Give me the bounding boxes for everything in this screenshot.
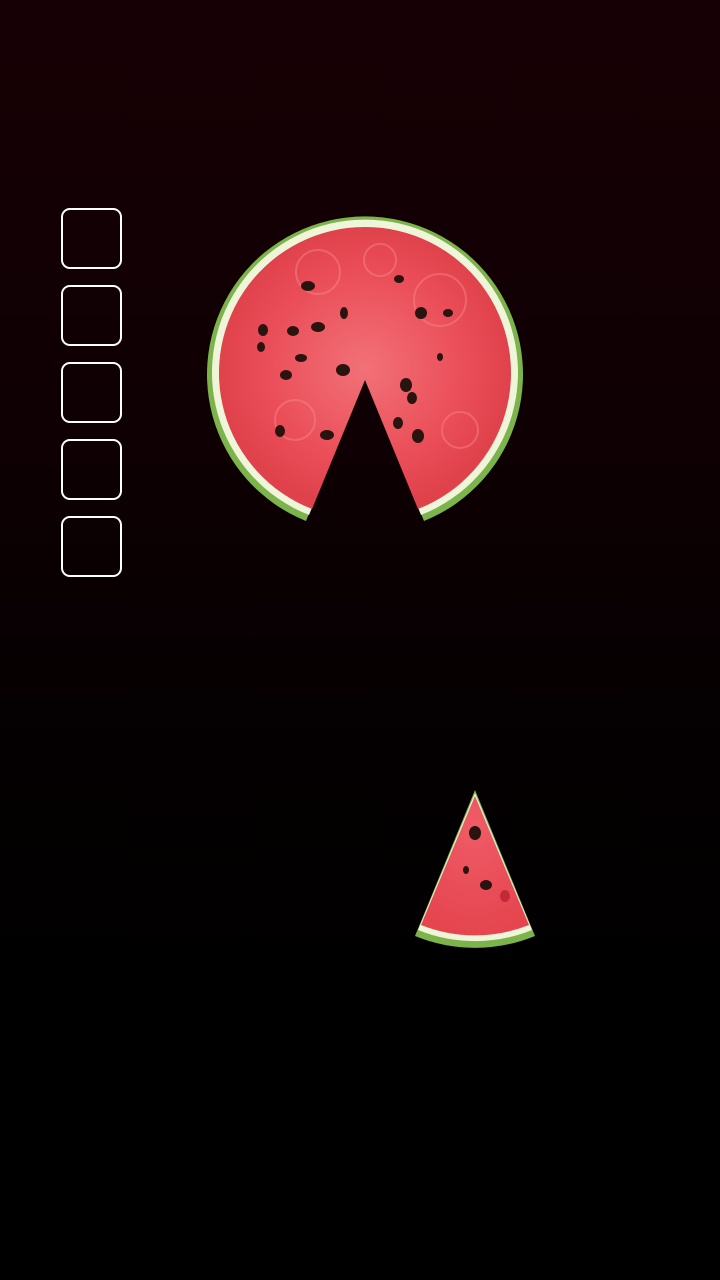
wedge-flesh — [421, 796, 529, 936]
puzzle-canvas — [207, 216, 535, 948]
answer-slot-4[interactable] — [61, 439, 122, 500]
game-stage — [0, 0, 720, 1280]
answer-slot-3[interactable] — [61, 362, 122, 423]
answer-slot-5[interactable] — [61, 516, 122, 577]
watermelon-round-piece[interactable] — [207, 216, 524, 521]
answer-slots — [61, 208, 126, 577]
answer-slot-2[interactable] — [61, 285, 122, 346]
watermelon-wedge-piece[interactable] — [415, 790, 535, 948]
answer-slot-1[interactable] — [61, 208, 122, 269]
watermelon-flesh — [218, 226, 511, 509]
